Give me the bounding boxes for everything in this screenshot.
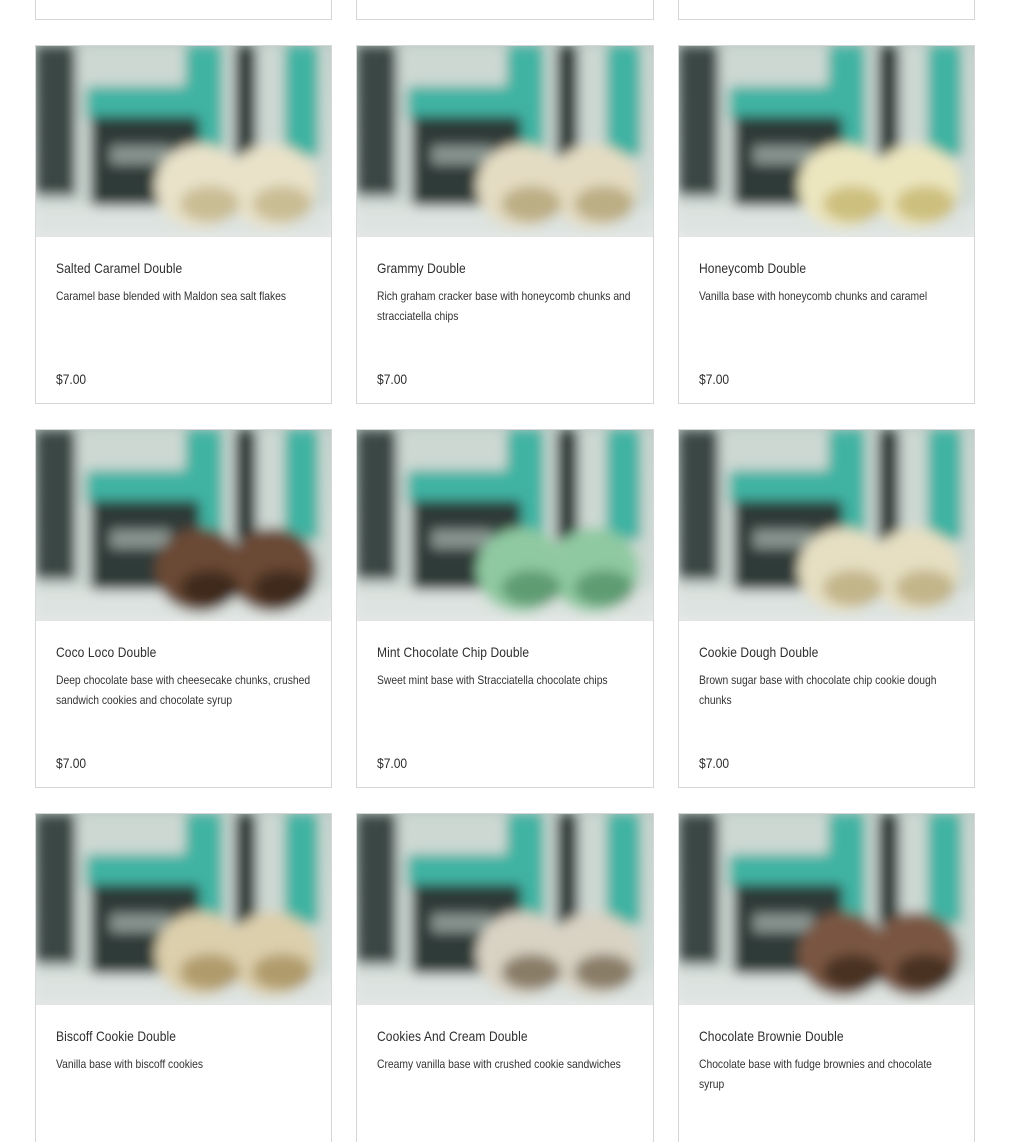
product-card[interactable]: Coco Loco Double Deep chocolate base with… <box>35 429 332 788</box>
product-gallery: Salted Caramel Double Caramel base blende… <box>35 45 975 1142</box>
product-title[interactable]: Mint Chocolate Chip Double <box>377 642 597 662</box>
product-image[interactable] <box>679 814 974 1005</box>
product-grid-page: Salted Caramel Double Caramel base blende… <box>0 0 1010 1142</box>
product-title[interactable]: Salted Caramel Double <box>56 258 275 278</box>
product-image[interactable] <box>36 814 331 1005</box>
product-card[interactable]: Grammy Double Rich graham cracker base wi… <box>356 45 654 404</box>
product-card[interactable]: Mint Chocolate Chip Double Sweet mint bas… <box>356 429 654 788</box>
product-description: Deep chocolate base with cheesecake chun… <box>56 673 311 707</box>
product-price: $7.00 <box>699 755 730 771</box>
product-price: $7.00 <box>56 371 87 387</box>
product-card[interactable]: Chocolate Brownie Double Chocolate base w… <box>678 813 975 1142</box>
product-image[interactable] <box>36 430 331 621</box>
product-image[interactable] <box>36 46 331 237</box>
product-title[interactable]: Biscoff Cookie Double <box>56 1026 275 1046</box>
previous-row-card-bottoms <box>35 0 975 21</box>
product-image[interactable] <box>357 46 653 237</box>
product-image[interactable] <box>357 814 653 1005</box>
product-price: $7.00 <box>377 371 408 387</box>
product-price: $7.00 <box>56 755 87 771</box>
product-price: $7.00 <box>377 755 408 771</box>
previous-card-bottom[interactable] <box>678 0 975 20</box>
product-title[interactable]: Chocolate Brownie Double <box>699 1026 918 1046</box>
product-card[interactable]: Cookies And Cream Double Creamy vanilla b… <box>356 813 654 1142</box>
product-description: Chocolate base with fudge brownies and c… <box>699 1057 932 1091</box>
previous-card-bottom[interactable] <box>35 0 332 20</box>
product-price: $7.00 <box>699 371 730 387</box>
product-description: Creamy vanilla base with crushed cookie … <box>377 1057 621 1071</box>
product-card[interactable]: Honeycomb Double Vanilla base with honeyc… <box>678 45 975 404</box>
product-image[interactable] <box>679 430 974 621</box>
product-description: Vanilla base with biscoff cookies <box>56 1057 204 1071</box>
product-description: Sweet mint base with Stracciatella choco… <box>377 673 608 687</box>
product-card[interactable]: Cookie Dough Double Brown sugar base with… <box>678 429 975 788</box>
product-title[interactable]: Cookies And Cream Double <box>377 1026 597 1046</box>
product-description: Brown sugar base with chocolate chip coo… <box>699 673 937 707</box>
product-title[interactable]: Grammy Double <box>377 258 597 278</box>
product-card[interactable]: Salted Caramel Double Caramel base blende… <box>35 45 332 404</box>
product-title[interactable]: Cookie Dough Double <box>699 642 918 662</box>
product-description: Rich graham cracker base with honeycomb … <box>377 289 631 323</box>
product-title[interactable]: Coco Loco Double <box>56 642 275 662</box>
product-image[interactable] <box>357 430 653 621</box>
product-description: Caramel base blended with Maldon sea sal… <box>56 289 287 303</box>
product-description: Vanilla base with honeycomb chunks and c… <box>699 289 928 303</box>
product-image[interactable] <box>679 46 974 237</box>
previous-card-bottom[interactable] <box>356 0 654 20</box>
product-title[interactable]: Honeycomb Double <box>699 258 918 278</box>
product-card[interactable]: Biscoff Cookie Double Vanilla base with b… <box>35 813 332 1142</box>
